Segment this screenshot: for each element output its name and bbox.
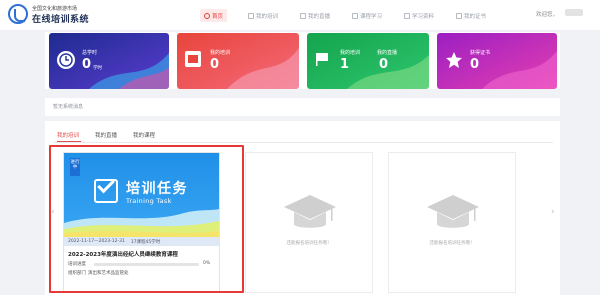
brand-subtitle: 全国文化和旅游市场: [32, 6, 78, 12]
stat-card-total-hours[interactable]: 总学时 0 学时: [49, 33, 169, 89]
stat-card-certificates[interactable]: 获得证书 0: [437, 33, 557, 89]
highlight-box: [49, 145, 244, 293]
empty-hint: 还能报名培训任务哦！: [286, 241, 332, 246]
nav-my-live[interactable]: 我的直播: [300, 10, 330, 22]
stat-card-my-training[interactable]: 我的培训 0: [177, 33, 299, 89]
training-icon: [185, 51, 201, 67]
brand-title: 在线培训系统: [32, 15, 90, 25]
stat-value: 0: [210, 57, 220, 72]
notice-bar: 暂无系统消息: [45, 98, 560, 116]
stat-value: 0: [470, 57, 480, 72]
logo-icon: [8, 4, 28, 24]
tab-my-courses[interactable]: 我的课程: [133, 131, 155, 139]
top-header: 全国文化和旅游市场 在线培训系统 首页 我的培训 我的直播 课程学习 学习资料 …: [0, 0, 600, 30]
user-name[interactable]: [565, 9, 583, 16]
empty-course-slot: 还能报名培训任务哦！: [388, 152, 516, 293]
stats-area: 总学时 0 学时 我的培训 0 我的培训 1 我的直播 0 获得证书 0: [45, 32, 560, 89]
tab-divider: [53, 142, 553, 143]
stat-label: 总学时: [82, 50, 98, 56]
star-icon: [445, 51, 463, 69]
nav-my-certificates[interactable]: 我的证书: [456, 10, 486, 22]
welcome-text: 欢迎您，: [536, 12, 559, 18]
empty-course-slot: 还能报名培训任务哦！: [245, 152, 373, 293]
tab-my-live[interactable]: 我的直播: [95, 131, 117, 139]
stat-label: 我的培训: [340, 50, 361, 56]
empty-hint: 还能报名培训任务哦！: [429, 241, 475, 246]
tab-active-indicator: [57, 141, 81, 142]
stat-label: 我的培训: [210, 50, 231, 56]
graduation-cap-icon: [427, 195, 479, 228]
stat-label-2: 我的直播: [377, 50, 398, 56]
carousel-next-arrow[interactable]: ›: [551, 207, 555, 217]
clock-icon: [57, 51, 75, 69]
folder-icon: [404, 13, 410, 19]
notice-text: 暂无系统消息: [53, 104, 84, 110]
certificate-icon: [456, 13, 462, 19]
flag-icon: [315, 51, 331, 66]
training-icon: [248, 13, 254, 19]
stat-value-2: 0: [379, 57, 389, 72]
tab-my-training[interactable]: 我的培训: [57, 131, 79, 139]
nav-study-materials[interactable]: 学习资料: [404, 10, 434, 22]
nav-my-training[interactable]: 我的培训: [248, 10, 278, 22]
graduation-cap-icon: [284, 195, 336, 228]
nav-course-study[interactable]: 课程学习: [352, 10, 382, 22]
home-icon: [204, 12, 210, 19]
stat-value: 0: [82, 57, 92, 72]
stat-label: 获得证书: [470, 50, 491, 56]
course-icon: [352, 13, 358, 19]
stat-card-training-live[interactable]: 我的培训 1 我的直播 0: [307, 33, 429, 89]
stat-unit: 学时: [93, 66, 102, 71]
nav-home[interactable]: 首页: [200, 9, 228, 22]
stat-value: 1: [340, 57, 350, 72]
live-icon: [300, 13, 306, 19]
